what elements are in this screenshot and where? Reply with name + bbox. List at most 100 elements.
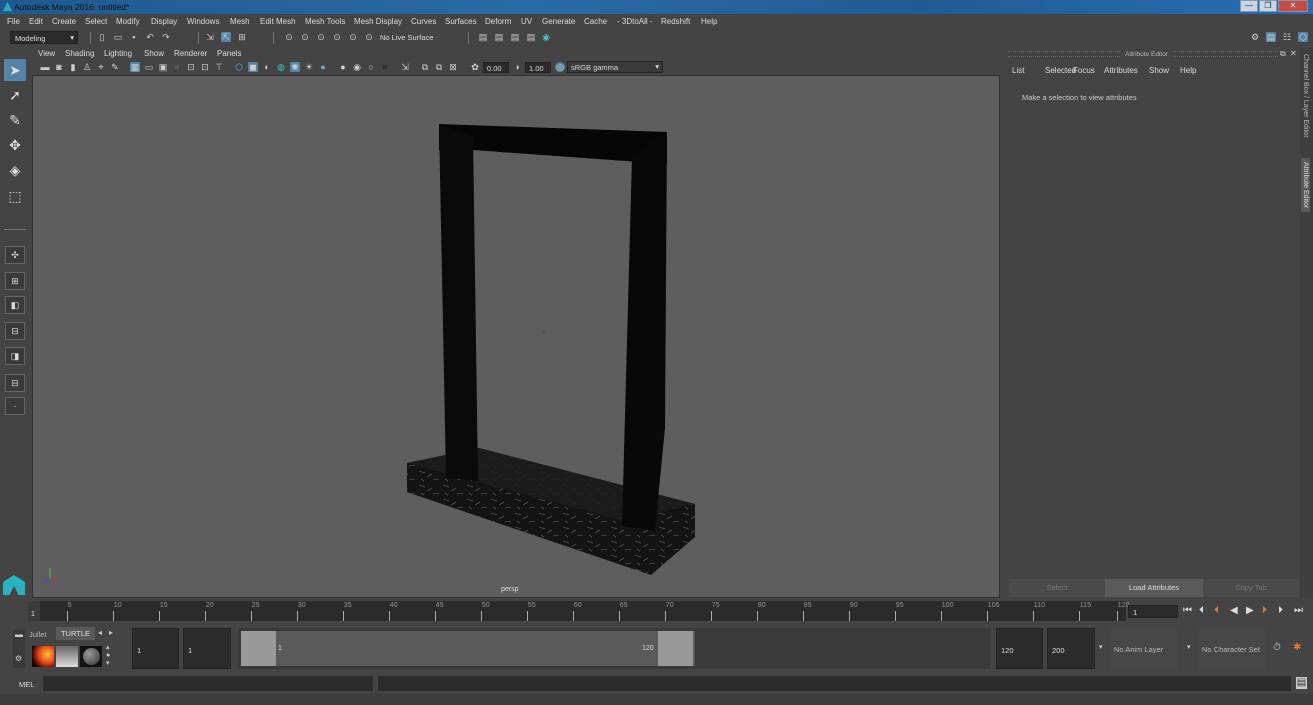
- range-start-handle[interactable]: [241, 631, 276, 666]
- gamma-field[interactable]: 1.00: [525, 62, 551, 73]
- shelf-tab-jullet[interactable]: Jullet: [29, 630, 47, 639]
- shelf-tab-turtle[interactable]: TURTLE: [56, 627, 95, 640]
- step-back-key-icon[interactable]: ⏴: [1214, 605, 1219, 616]
- vp-menu-shading[interactable]: Shading: [65, 49, 94, 58]
- menu-display[interactable]: Display: [151, 17, 177, 26]
- range-bar[interactable]: [241, 631, 695, 666]
- persp-uv-layout-icon[interactable]: ⊟: [5, 374, 25, 392]
- open-scene-icon[interactable]: ▭: [113, 32, 123, 42]
- vp-menu-lighting[interactable]: Lighting: [104, 49, 132, 58]
- color-space-dropdown[interactable]: sRGB gamma ▾: [567, 61, 663, 73]
- copy-tab-button[interactable]: Copy Tab: [1203, 579, 1299, 597]
- shelf-scroll-icon[interactable]: ▴ ● ▾: [106, 644, 110, 668]
- menu-mesh[interactable]: Mesh: [230, 17, 250, 26]
- isolate-select-icon[interactable]: ⇲: [400, 62, 410, 72]
- hypershade-icon[interactable]: ◉: [541, 32, 551, 42]
- mel-label[interactable]: MEL: [19, 680, 34, 689]
- vp-menu-show[interactable]: Show: [144, 49, 164, 58]
- render-frame-icon[interactable]: ▤: [494, 32, 504, 42]
- perspective-viewport[interactable]: persp: [32, 75, 1000, 598]
- menu-edit-mesh[interactable]: Edit Mesh: [260, 17, 296, 26]
- new-scene-icon[interactable]: ▯: [97, 32, 107, 42]
- character-set-dropdown[interactable]: No Character Set: [1198, 628, 1266, 669]
- select-object-icon[interactable]: ⇱: [221, 32, 231, 42]
- scene-end-field[interactable]: 200: [1047, 628, 1095, 669]
- menu-curves[interactable]: Curves: [411, 17, 436, 26]
- redo-icon[interactable]: ↷: [161, 32, 171, 42]
- smooth-shade-icon[interactable]: ◼: [248, 62, 258, 72]
- playback-start-field[interactable]: 1: [183, 628, 231, 669]
- shadows-icon[interactable]: ☀: [304, 62, 314, 72]
- menu-redshift[interactable]: Redshift: [661, 17, 690, 26]
- maya-home-logo-icon[interactable]: [3, 575, 25, 595]
- wireframe-on-shaded-icon[interactable]: ◐: [262, 62, 272, 72]
- restore-button[interactable]: ❐: [1259, 0, 1277, 12]
- gate-mask-icon[interactable]: ■: [172, 62, 182, 72]
- load-attributes-button[interactable]: Load Attributes: [1105, 579, 1203, 597]
- vp-menu-panels[interactable]: Panels: [217, 49, 241, 58]
- chevron-down-icon[interactable]: ▾: [1099, 643, 1103, 651]
- shelf-material-icon[interactable]: [80, 646, 102, 667]
- tab-attribute-editor[interactable]: Attribute Editor: [1301, 158, 1310, 213]
- shelf-scroll-left-icon[interactable]: ◂: [98, 628, 102, 637]
- use-all-lights-icon[interactable]: ✺: [290, 62, 300, 72]
- persp-hypershade-layout-icon[interactable]: ◨: [5, 347, 25, 365]
- mel-input[interactable]: [43, 676, 373, 691]
- snap-surface-icon[interactable]: ⊙: [348, 32, 358, 42]
- film-gate-icon[interactable]: ▭: [144, 62, 154, 72]
- menu-create[interactable]: Create: [52, 17, 76, 26]
- color-management-icon[interactable]: ◎: [555, 62, 565, 72]
- live-surface-label[interactable]: No Live Surface: [380, 33, 433, 42]
- wireframe-icon[interactable]: ⬡: [234, 62, 244, 72]
- paint-select-tool-icon[interactable]: ✎: [4, 109, 26, 131]
- ipr-render-icon[interactable]: ▤: [510, 32, 520, 42]
- 2d-pan-zoom-icon[interactable]: ⌖: [96, 62, 106, 72]
- step-forward-key-icon[interactable]: ⏵: [1262, 605, 1267, 616]
- depth-of-field-icon[interactable]: ○: [366, 62, 376, 72]
- close-panel-icon[interactable]: ✕: [1290, 49, 1297, 58]
- play-backward-icon[interactable]: ◀: [1230, 605, 1238, 616]
- shelf-bake-icon[interactable]: [32, 646, 54, 667]
- go-to-end-icon[interactable]: ⏭: [1294, 605, 1303, 616]
- scale-tool-icon[interactable]: ⬚: [4, 185, 26, 207]
- camera-attributes-icon[interactable]: ◙: [54, 62, 64, 72]
- range-end-handle[interactable]: [658, 631, 693, 666]
- image-plane-icon[interactable]: ♙: [82, 62, 92, 72]
- safe-title-icon[interactable]: ⊤: [214, 62, 224, 72]
- render-view-icon[interactable]: ▤: [526, 32, 536, 42]
- tab-channel-box[interactable]: Channel Box / Layer Editor: [1302, 54, 1309, 138]
- range-slider[interactable]: 1 120: [238, 628, 990, 669]
- playback-end-field[interactable]: 120: [996, 628, 1043, 669]
- field-chart-icon[interactable]: ⊡: [186, 62, 196, 72]
- play-forward-icon[interactable]: ▶: [1246, 605, 1254, 616]
- shelf-render-setup-icon[interactable]: [56, 646, 78, 667]
- menu-3dtoall[interactable]: - 3DtoAll -: [617, 17, 653, 26]
- snap-grid-icon[interactable]: ⊙: [284, 32, 294, 42]
- bookmark-icon[interactable]: ▮: [68, 62, 78, 72]
- shelf-scroll-right-icon[interactable]: ▸: [109, 628, 113, 637]
- vp-menu-view[interactable]: View: [38, 49, 55, 58]
- persp-outliner-layout-icon[interactable]: ◧: [5, 296, 25, 314]
- xray-joints-icon[interactable]: ⧉: [420, 62, 430, 72]
- menu-uv[interactable]: UV: [521, 17, 532, 26]
- attribute-editor-toggle-icon[interactable]: ▤: [1266, 32, 1276, 42]
- lasso-tool-icon[interactable]: ➚: [4, 84, 26, 106]
- menu-select[interactable]: Select: [85, 17, 107, 26]
- resolution-gate-icon[interactable]: ▣: [158, 62, 168, 72]
- menu-help[interactable]: Help: [701, 17, 717, 26]
- camera-icon[interactable]: ▬: [40, 62, 50, 72]
- single-perspective-layout-icon[interactable]: ✣: [5, 246, 25, 264]
- select-tool-icon[interactable]: ➤: [4, 59, 26, 81]
- shelf-settings-icon[interactable]: ⚙: [15, 654, 22, 663]
- menu-mesh-display[interactable]: Mesh Display: [354, 17, 402, 26]
- select-component-icon[interactable]: ⊞: [237, 32, 247, 42]
- move-tool-icon[interactable]: ✥: [4, 134, 26, 156]
- step-back-frame-icon[interactable]: ⏴: [1199, 605, 1204, 616]
- motion-blur-icon[interactable]: ●: [338, 62, 348, 72]
- safe-action-icon[interactable]: ⊡: [200, 62, 210, 72]
- animation-preferences-icon[interactable]: ✱: [1293, 642, 1301, 653]
- menu-generate[interactable]: Generate: [542, 17, 575, 26]
- four-view-layout-icon[interactable]: ⊞: [5, 272, 25, 290]
- ae-menu-selected[interactable]: Selected: [1045, 66, 1076, 75]
- menu-cache[interactable]: Cache: [584, 17, 607, 26]
